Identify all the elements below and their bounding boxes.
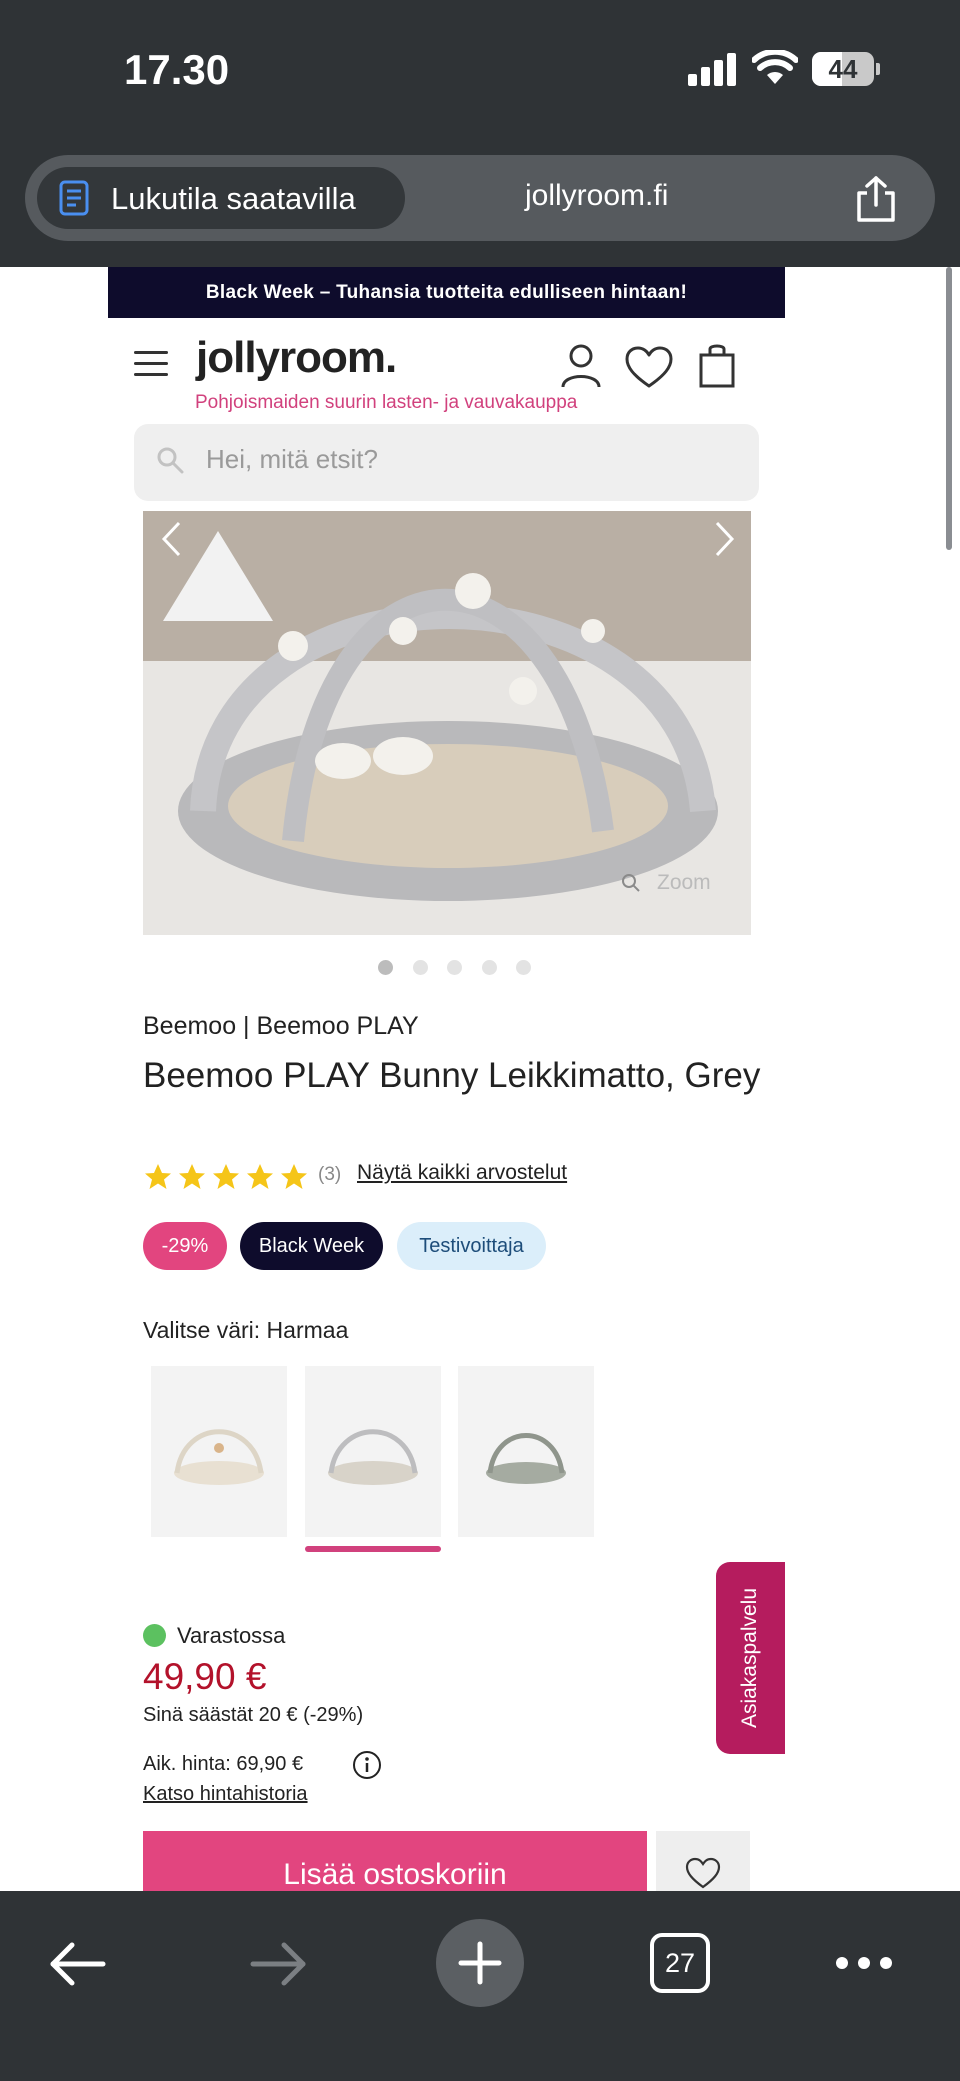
site-tagline: Pohjoismaiden suurin lasten- ja vauvakau… — [195, 392, 578, 413]
product-title: Beemoo PLAY Bunny Leikkimatto, Grey — [143, 1056, 761, 1095]
info-icon[interactable] — [352, 1750, 382, 1780]
plus-icon — [458, 1941, 502, 1985]
add-to-cart-button[interactable]: Lisää ostoskoriin — [143, 1831, 647, 1892]
color-swatch-green[interactable] — [458, 1366, 594, 1537]
scrollbar[interactable] — [946, 267, 952, 550]
previous-price: Aik. hinta: 69,90 € — [143, 1753, 304, 1775]
color-swatch-beige[interactable] — [151, 1366, 287, 1537]
pagination-dot[interactable] — [413, 960, 428, 975]
browser-toolbar: 27 — [0, 1891, 960, 2081]
reviews-link[interactable]: Näytä kaikki arvostelut — [357, 1161, 567, 1185]
cart-icon[interactable] — [698, 341, 736, 389]
review-count: (3) — [318, 1164, 342, 1185]
reader-mode-label: Lukutila saatavilla — [111, 181, 356, 216]
status-bar: 17.30 44 — [0, 0, 960, 145]
star-icon — [145, 1164, 171, 1189]
zoom-label[interactable]: Zoom — [657, 871, 711, 895]
play-mat-thumbnail — [486, 1433, 566, 1484]
product-price: 49,90 € — [143, 1656, 267, 1697]
pagination-dot[interactable] — [447, 960, 462, 975]
menu-icon[interactable] — [134, 351, 168, 377]
battery-level: 44 — [828, 54, 858, 84]
selected-swatch-indicator — [305, 1546, 441, 1552]
url-text[interactable]: jollyroom.fi — [525, 179, 668, 213]
pagination-dot[interactable] — [516, 960, 531, 975]
image-pagination[interactable] — [378, 960, 538, 976]
pagination-dot[interactable] — [482, 960, 497, 975]
savings-text: Sinä säästät 20 € (-29%) — [143, 1704, 364, 1726]
wishlist-icon[interactable] — [624, 345, 674, 389]
price-history-link[interactable]: Katso hintahistoria — [143, 1783, 308, 1806]
star-icon — [247, 1164, 273, 1189]
rating-stars — [143, 1162, 313, 1192]
test-winner-badge: Testivoittaja — [397, 1222, 546, 1270]
next-image-arrow[interactable] — [715, 521, 735, 557]
star-icon — [179, 1164, 205, 1189]
search-icon — [157, 447, 184, 474]
reader-icon — [59, 180, 89, 216]
color-label: Valitse väri: Harmaa — [143, 1317, 349, 1343]
promo-banner[interactable]: Black Week – Tuhansia tuotteita edullise… — [108, 267, 785, 318]
signal-icon — [688, 52, 738, 86]
back-icon[interactable] — [48, 1941, 106, 1987]
customer-service-label: Asiakaspalvelu — [738, 1587, 761, 1729]
heart-icon — [685, 1857, 721, 1889]
add-to-wishlist-button[interactable] — [656, 1831, 750, 1892]
prev-image-arrow[interactable] — [161, 521, 181, 557]
wifi-icon — [752, 50, 798, 84]
address-bar[interactable]: Lukutila saatavilla jollyroom.fi — [25, 155, 935, 241]
search-input[interactable] — [206, 444, 726, 475]
share-icon[interactable] — [853, 175, 899, 223]
star-icon — [213, 1164, 239, 1189]
site-logo[interactable]: jollyroom. — [196, 333, 397, 383]
star-icon — [281, 1164, 307, 1189]
zoom-icon — [622, 874, 640, 892]
new-tab-button[interactable] — [436, 1919, 524, 2007]
more-icon[interactable] — [834, 1953, 894, 1973]
play-mat-thumbnail — [174, 1429, 264, 1485]
stock-indicator — [143, 1624, 166, 1647]
black-week-badge: Black Week — [240, 1222, 383, 1270]
pagination-dot[interactable] — [378, 960, 393, 975]
stock-status: Varastossa — [177, 1623, 286, 1648]
discount-badge: -29% — [143, 1222, 227, 1270]
play-mat-thumbnail — [328, 1429, 418, 1485]
screen: { "status": { "time": "17.30", "battery"… — [0, 0, 960, 2081]
account-icon[interactable] — [560, 343, 602, 389]
product-image[interactable]: Zoom — [143, 511, 751, 935]
battery-icon: 44 — [812, 52, 880, 86]
forward-icon[interactable] — [250, 1941, 308, 1987]
status-time: 17.30 — [124, 46, 230, 93]
web-page: Black Week – Tuhansia tuotteita edullise… — [0, 267, 960, 1892]
product-brand[interactable]: Beemoo | Beemoo PLAY — [143, 1012, 419, 1041]
customer-service-tab[interactable]: Asiakaspalvelu — [716, 1562, 785, 1754]
search-bar[interactable] — [134, 424, 759, 501]
reader-mode-button[interactable]: Lukutila saatavilla — [37, 167, 405, 229]
color-swatch-grey[interactable] — [305, 1366, 441, 1537]
tabs-button[interactable]: 27 — [650, 1933, 710, 1993]
